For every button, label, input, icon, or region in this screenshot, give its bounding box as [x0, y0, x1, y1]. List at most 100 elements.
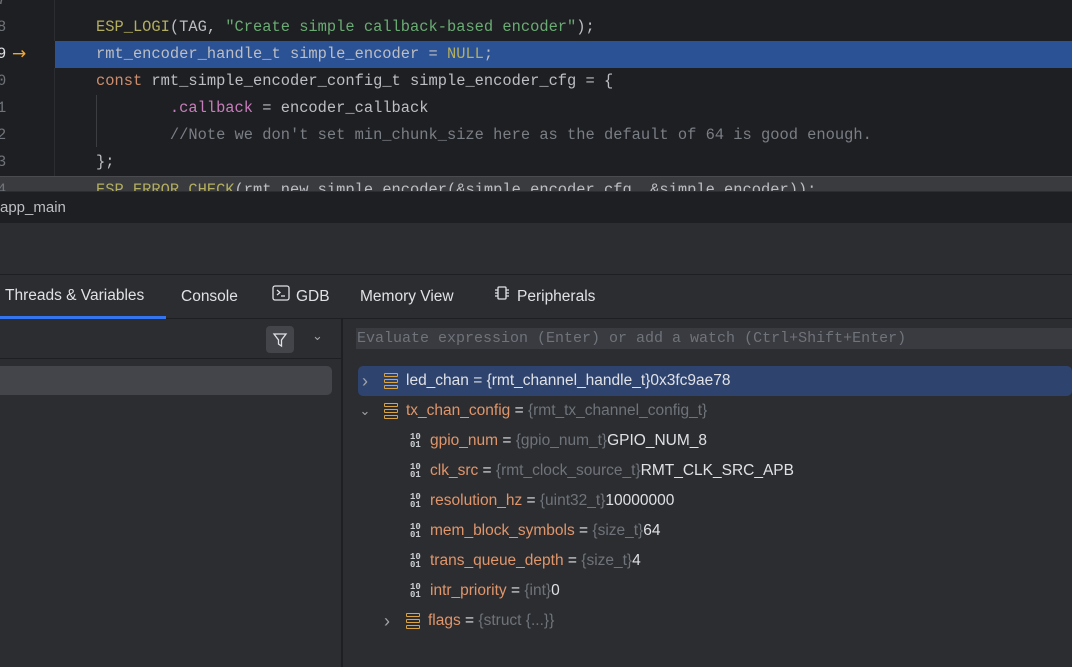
code-editor[interactable]: 7 8 ESP_LOGI(TAG, "Create simple callback-… — [0, 0, 1072, 191]
code-token: "Create simple callback-based encoder" — [225, 18, 577, 36]
code-token: ); — [576, 18, 595, 36]
debug-tabs: Threads & Variables Console GDB Memory View… — [0, 275, 1072, 319]
primitive-value-icon: 10 01 — [410, 462, 421, 480]
variable-type: {size_t} — [581, 552, 633, 569]
variable-row[interactable]: 10 01 trans_queue_depth = {size_t} 4 — [380, 546, 641, 576]
variable-name: tx_chan_config — [406, 402, 511, 419]
code-line[interactable]: 7 — [0, 0, 1072, 14]
code-token: (rmt_new_simple_encoder(&simple_encoder_… — [234, 181, 817, 191]
primitive-value-icon: 10 01 — [410, 582, 421, 600]
equals-sign: = — [506, 582, 525, 599]
variable-name: resolution_hz — [430, 492, 523, 509]
tab-peripherals[interactable]: Peripherals — [493, 275, 595, 319]
variable-row[interactable]: ⌄ tx_chan_config = {rmt_tx_channel_config… — [358, 396, 707, 426]
variable-value: 64 — [643, 522, 661, 539]
code-text: //Note we don't set min_chunk_size here … — [96, 122, 872, 149]
code-token: //Note we don't set min_chunk_size here … — [96, 126, 872, 144]
breadcrumb[interactable]: app_main — [0, 191, 1072, 223]
code-token: rmt_encoder_handle_t simple_encoder = — [96, 45, 447, 63]
primitive-value-icon: 10 01 — [410, 432, 421, 450]
code-text: rmt_encoder_handle_t simple_encoder = NU… — [96, 41, 493, 68]
debug-toolbar-area — [0, 223, 1072, 275]
equals-sign: = — [522, 492, 540, 509]
code-line[interactable]: 2 //Note we don't set min_chunk_size her… — [0, 122, 1072, 149]
equals-sign: = — [468, 372, 487, 389]
filter-button[interactable] — [266, 326, 294, 353]
code-text: .callback = encoder_callback — [96, 95, 429, 122]
code-line[interactable]: 3}; — [0, 149, 1072, 176]
variable-row[interactable]: 10 01 intr_priority = {int} 0 — [380, 576, 560, 606]
variable-name: mem_block_symbols — [430, 522, 575, 539]
primitive-value-icon: 10 01 — [410, 552, 421, 570]
line-number: 0 — [0, 72, 7, 90]
variable-row[interactable]: 10 01 resolution_hz = {uint32_t} 10000000 — [380, 486, 674, 516]
code-line[interactable]: 0 const rmt_simple_encoder_config_t simpl… — [0, 68, 1072, 95]
tab-console[interactable]: Console — [181, 275, 238, 319]
equals-sign: = — [498, 432, 516, 449]
variable-value: 0 — [551, 582, 560, 599]
chevron-down-icon[interactable]: ⌄ — [358, 396, 372, 426]
code-token: NULL — [446, 45, 484, 63]
line-number: 3 — [0, 153, 7, 171]
code-text: }; — [96, 149, 114, 176]
evaluate-expression-input[interactable]: Evaluate expression (Enter) or add a wat… — [356, 328, 1072, 349]
code-line[interactable]: 8 ESP_LOGI(TAG, "Create simple callback-b… — [0, 14, 1072, 41]
equals-sign: = — [574, 522, 593, 539]
tab-gdb[interactable]: GDB — [272, 275, 330, 319]
frame-row-selected[interactable] — [0, 366, 332, 395]
tab-label: Memory View — [360, 288, 454, 305]
variable-row[interactable]: › flags = {struct {...}} — [380, 606, 554, 636]
tab-label: Peripherals — [517, 288, 596, 305]
threads-panel: ⌄ — [0, 319, 342, 667]
code-line[interactable]: 1 .callback = encoder_callback — [0, 95, 1072, 122]
line-number: 2 — [0, 126, 7, 144]
code-token: ; — [483, 45, 494, 63]
code-token: const — [96, 72, 152, 90]
tab-label: GDB — [296, 288, 330, 305]
variable-name: clk_src — [430, 462, 479, 479]
variable-name: gpio_num — [430, 432, 499, 449]
variable-value: 10000000 — [605, 492, 675, 509]
code-line[interactable]: → 9 rmt_encoder_handle_t simple_encoder = … — [0, 41, 1072, 68]
equals-sign: = — [563, 552, 582, 569]
chevron-right-icon[interactable]: › — [358, 366, 372, 396]
line-number: 1 — [0, 99, 7, 117]
terminal-icon — [272, 275, 290, 319]
variable-value: 0x3fc9ae78 — [650, 372, 731, 389]
variable-row[interactable]: 10 01 clk_src = {rmt_clock_source_t} RMT_C… — [380, 456, 794, 486]
variable-type: {struct {...}} — [478, 612, 555, 629]
variable-row[interactable]: › led_chan = {rmt_channel_handle_t} 0x3fc… — [358, 366, 1072, 396]
breadcrumb-function[interactable]: app_main — [0, 199, 66, 216]
line-number: 9 — [0, 45, 7, 63]
code-line[interactable]: 4 ESP_ERROR_CHECK(rmt_new_simple_encoder(… — [0, 176, 1072, 191]
tab-threads-variables[interactable]: Threads & Variables — [0, 275, 166, 319]
variable-type: {uint32_t} — [539, 492, 606, 509]
variable-row[interactable]: 10 01 mem_block_symbols = {size_t} 64 — [380, 516, 661, 546]
struct-icon — [384, 403, 398, 419]
equals-sign: = — [460, 612, 479, 629]
code-token: }; — [96, 153, 115, 171]
code-token: (TAG, — [169, 18, 226, 36]
equals-sign: = — [510, 402, 528, 419]
variable-value: GPIO_NUM_8 — [607, 432, 708, 449]
code-text: const rmt_simple_encoder_config_t simple… — [96, 68, 613, 95]
variable-type: {gpio_num_t} — [515, 432, 608, 449]
code-text: ESP_LOGI(TAG, "Create simple callback-ba… — [96, 14, 595, 41]
variable-type: {rmt_clock_source_t} — [495, 462, 641, 479]
chevron-right-icon[interactable]: › — [380, 606, 394, 636]
tab-label: Console — [181, 288, 238, 305]
line-number: 4 — [0, 181, 7, 191]
variable-type: {int} — [524, 582, 552, 599]
variables-panel: Evaluate expression (Enter) or add a wat… — [343, 319, 1072, 667]
chevron-down-icon[interactable]: ⌄ — [312, 329, 323, 344]
threads-toolbar: ⌄ — [0, 319, 341, 359]
variable-row[interactable]: 10 01 gpio_num = {gpio_num_t} GPIO_NUM_8 — [380, 426, 707, 456]
struct-icon — [406, 613, 420, 629]
tab-memory-view[interactable]: Memory View — [360, 275, 454, 319]
line-number: 7 — [0, 0, 7, 9]
variable-type: {size_t} — [592, 522, 644, 539]
variable-value: RMT_CLK_SRC_APB — [640, 462, 794, 479]
code-token: .callback — [169, 99, 254, 117]
variable-type: {rmt_tx_channel_config_t} — [527, 402, 708, 419]
